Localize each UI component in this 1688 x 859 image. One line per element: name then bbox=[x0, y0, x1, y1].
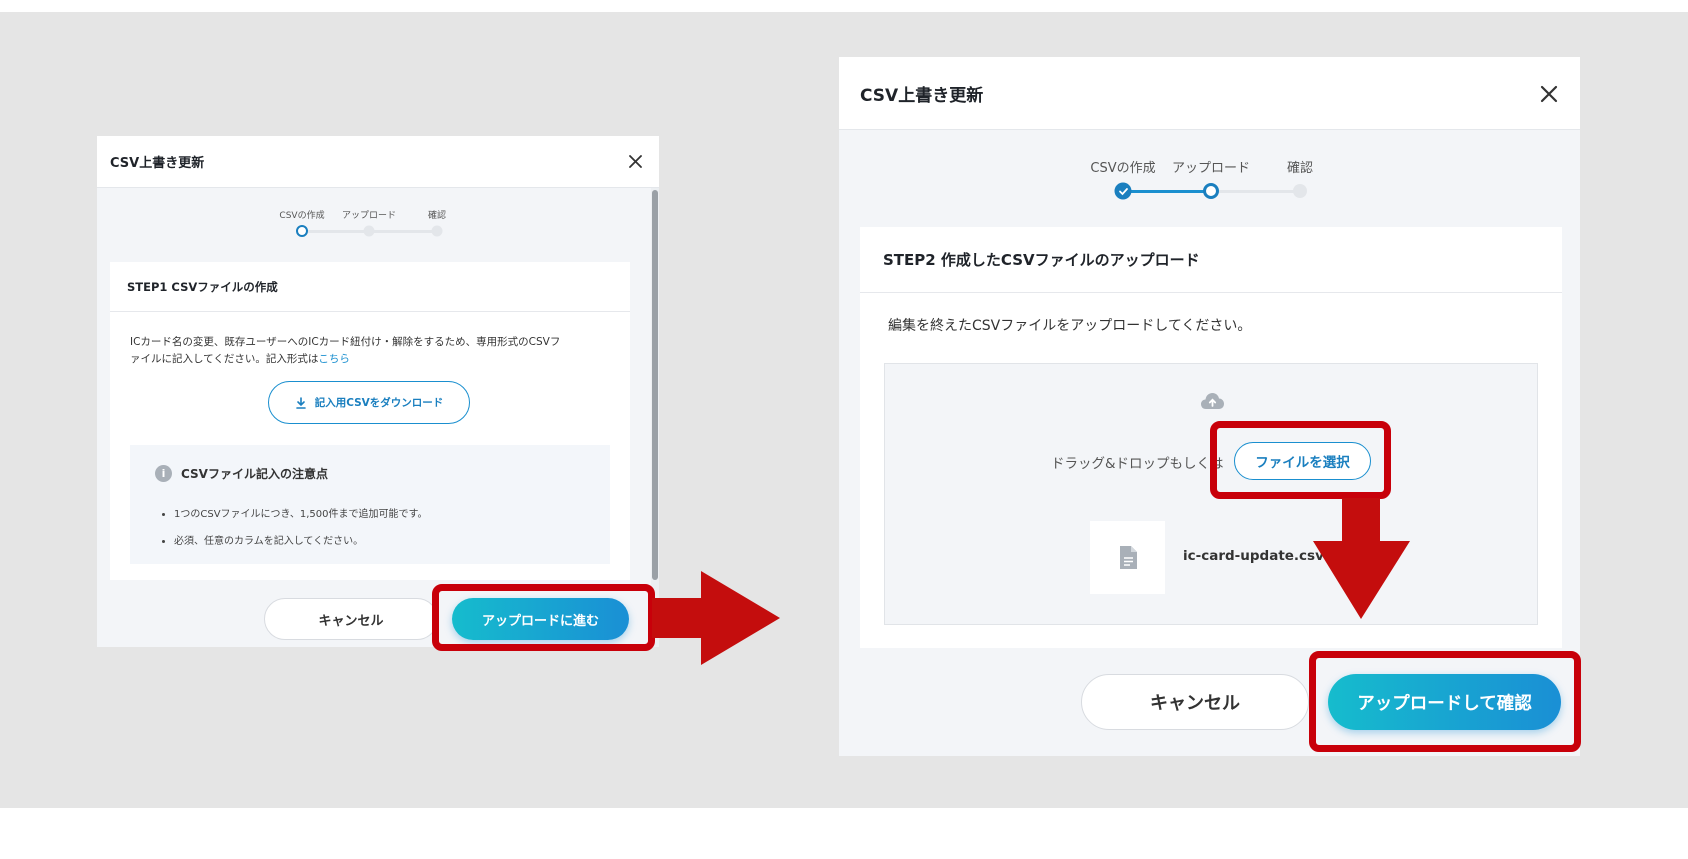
cloud-upload-icon bbox=[1201, 393, 1224, 409]
modal-title: CSV上書き更新 bbox=[110, 156, 205, 171]
modal-title: CSV上書き更新 bbox=[860, 85, 984, 106]
step-dot-confirm bbox=[431, 225, 443, 237]
description-text: ICカード名の変更、既存ユーザーへのICカード紐付け・解除をするため、専用形式の… bbox=[130, 334, 625, 368]
close-icon[interactable] bbox=[623, 149, 647, 173]
modal-header: CSV上書き更新 bbox=[839, 57, 1580, 130]
highlight-upload-confirm bbox=[1309, 651, 1581, 752]
step-dot-confirm bbox=[1293, 184, 1307, 198]
highlight-proceed-button bbox=[432, 584, 655, 651]
step-label-upload: アップロード bbox=[1171, 161, 1251, 176]
step-label-upload: アップロード bbox=[341, 211, 397, 221]
download-icon bbox=[295, 396, 306, 409]
step-label-create: CSVの作成 bbox=[279, 211, 325, 221]
step-dot-upload bbox=[363, 225, 375, 237]
step-dot-done bbox=[1114, 182, 1132, 200]
info-icon: i bbox=[155, 465, 172, 482]
cancel-button[interactable]: キャンセル bbox=[1081, 674, 1309, 730]
step-progress-fill bbox=[1123, 190, 1211, 193]
progress-stepper: CSVの作成 アップロード 確認 bbox=[839, 157, 1580, 200]
description-text: 編集を終えたCSVファイルをアップロードしてください。 bbox=[888, 318, 1252, 334]
description-line-2: ァイルに記入してください。記入形式は bbox=[130, 353, 319, 365]
scrollbar-thumb[interactable] bbox=[652, 190, 658, 580]
modal-header: CSV上書き更新 bbox=[97, 136, 659, 188]
arrow-right-icon bbox=[652, 571, 780, 665]
step-dot-current bbox=[1203, 183, 1219, 199]
left-csv-modal: CSV上書き更新 CSVの作成 アップロード 確認 STEP1 CSVファイルの… bbox=[97, 136, 659, 647]
check-icon bbox=[1118, 187, 1128, 195]
download-csv-button[interactable]: 記入用CSVをダウンロード bbox=[268, 381, 470, 424]
notice-header: i CSVファイル記入の注意点 bbox=[155, 465, 328, 482]
file-icon bbox=[1119, 546, 1137, 569]
step-label-confirm: 確認 bbox=[1286, 161, 1314, 176]
card-title: STEP1 CSVファイルの作成 bbox=[110, 262, 630, 312]
step-label-create: CSVの作成 bbox=[1090, 161, 1156, 176]
step-dot-current bbox=[296, 225, 308, 237]
description-line-1: ICカード名の変更、既存ユーザーへのICカード紐付け・解除をするため、専用形式の… bbox=[130, 336, 561, 348]
notice-item: 1つのCSVファイルにつき、1,500件まで追加可能です。 bbox=[174, 501, 427, 528]
notice-list: 1つのCSVファイルにつき、1,500件まで追加可能です。 必須、任意のカラムを… bbox=[174, 501, 427, 555]
download-label: 記入用CSVをダウンロード bbox=[314, 397, 444, 409]
format-link[interactable]: こちら bbox=[318, 353, 350, 365]
close-icon[interactable] bbox=[1534, 79, 1564, 109]
progress-stepper: CSVの作成 アップロード 確認 bbox=[97, 208, 651, 238]
notice-title: CSVファイル記入の注意点 bbox=[181, 467, 328, 481]
notice-box: i CSVファイル記入の注意点 1つのCSVファイルにつき、1,500件まで追加… bbox=[130, 445, 610, 564]
file-thumbnail bbox=[1090, 521, 1165, 594]
arrow-down-icon bbox=[1313, 498, 1410, 619]
step1-card: STEP1 CSVファイルの作成 ICカード名の変更、既存ユーザーへのICカード… bbox=[110, 262, 630, 580]
step-label-confirm: 確認 bbox=[427, 211, 447, 221]
file-name: ic-card-update.csv bbox=[1183, 548, 1324, 564]
notice-item: 必須、任意のカラムを記入してください。 bbox=[174, 528, 427, 555]
cancel-button[interactable]: キャンセル bbox=[264, 598, 438, 640]
highlight-select-file bbox=[1210, 421, 1391, 499]
drop-hint-text: ドラッグ&ドロップもしくは bbox=[1051, 456, 1224, 472]
card-title: STEP2 作成したCSVファイルのアップロード bbox=[860, 227, 1562, 293]
